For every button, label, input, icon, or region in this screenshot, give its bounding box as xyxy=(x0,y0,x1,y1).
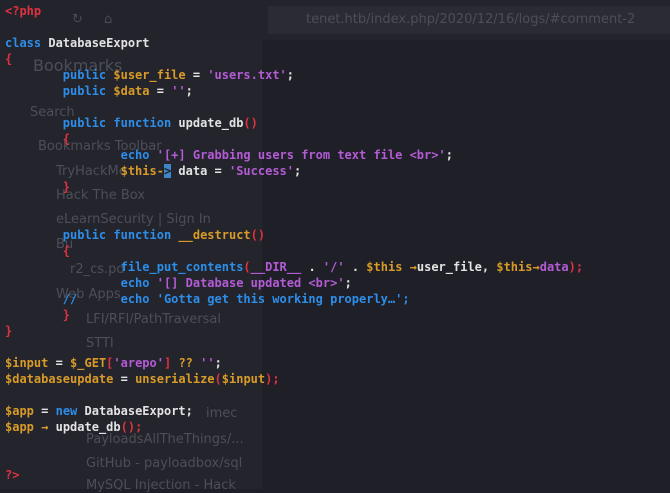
code-line: <?php xyxy=(5,3,41,19)
code-line: class DatabaseExport xyxy=(5,35,150,51)
code-line: echo '[] Database updated <br>'; xyxy=(5,275,352,291)
code-token: = xyxy=(48,356,71,370)
code-token: data xyxy=(539,260,569,274)
code-token: (); xyxy=(120,420,143,434)
code-token: { xyxy=(5,52,13,66)
code-token: → xyxy=(532,260,540,274)
code-token: () xyxy=(250,228,266,242)
code-token: ; xyxy=(294,164,302,178)
code-token: '[+] Grabbing users from text file <br>' xyxy=(156,148,446,162)
code-token: $_GET xyxy=(70,356,107,370)
code-token: $user_file xyxy=(113,68,186,82)
code-token: echo xyxy=(5,148,157,162)
code-line: $input = $_GET['arepo'] ?? ''; xyxy=(5,355,222,371)
code-token: $app xyxy=(5,404,34,418)
code-line: { xyxy=(5,243,70,259)
code-token: ?> xyxy=(5,468,20,482)
code-token: <?php xyxy=(5,4,42,18)
code-token: { xyxy=(5,132,71,146)
code-token: '/' xyxy=(322,260,345,274)
code-token: '[] Database updated <br>' xyxy=(156,276,345,290)
code-line: public function __destruct() xyxy=(5,227,265,243)
code-line: } xyxy=(5,179,70,195)
code-token: → xyxy=(33,420,56,434)
code-token: { xyxy=(5,244,71,258)
code-line: { xyxy=(5,131,70,147)
code-token: ); xyxy=(568,260,584,274)
code-token: ( xyxy=(214,372,222,386)
code-token: public xyxy=(5,68,114,82)
code-token: $app xyxy=(5,420,34,434)
code-token: update_db xyxy=(178,116,244,130)
code-token: = xyxy=(149,84,172,98)
code-token: public function xyxy=(5,116,179,130)
code-line: } xyxy=(5,307,70,323)
code-token: class xyxy=(5,36,49,50)
code-token: . xyxy=(344,260,367,274)
code-line: ?> xyxy=(5,467,19,483)
code-token: $this xyxy=(5,164,157,178)
code-token: data = xyxy=(171,164,229,178)
code-token: 'arepo' xyxy=(113,356,164,370)
code-token: $this xyxy=(366,260,403,274)
code-token: = xyxy=(33,404,56,418)
code-token: $databaseupdate xyxy=(5,372,114,386)
code-line: public function update_db() xyxy=(5,115,258,131)
code-line: public $user_file = 'users.txt'; xyxy=(5,67,294,83)
code-token: } xyxy=(5,180,71,194)
code-line: { xyxy=(5,51,12,67)
code-token: $this xyxy=(496,260,533,274)
code-token: . xyxy=(301,260,323,274)
code-token: '' xyxy=(200,356,215,370)
code-line: file_put_contents(__DIR__ . '/' . $this … xyxy=(5,259,583,275)
code-token: ; xyxy=(344,276,352,290)
code-token: file_put_contents xyxy=(5,260,244,274)
code-token: public xyxy=(5,84,114,98)
code-token: ); xyxy=(265,372,280,386)
code-token: new xyxy=(55,404,85,418)
code-line: } xyxy=(5,323,12,339)
code-token: echo xyxy=(5,276,157,290)
code-token: DatabaseExport xyxy=(48,36,150,50)
code-token: user_file, xyxy=(416,260,497,274)
code-token: () xyxy=(243,116,258,130)
code-token: ( xyxy=(243,260,251,274)
code-token: ; xyxy=(286,68,295,82)
code-token: } xyxy=(5,324,13,338)
code-token: = xyxy=(185,68,208,82)
code-token: $input xyxy=(221,372,266,386)
code-token: } xyxy=(5,308,71,322)
code-token: update_db xyxy=(55,420,121,434)
code-line: $databaseupdate = unserialize($input); xyxy=(5,371,280,387)
code-line: public $data = ''; xyxy=(5,83,193,99)
code-line: // echo 'Gotta get this working properly… xyxy=(5,291,410,307)
code-token: 'Success' xyxy=(228,164,295,178)
code-token: - xyxy=(156,164,164,178)
code-line: $this-> data = 'Success'; xyxy=(5,163,301,179)
code-token: unserialize xyxy=(135,372,215,386)
code-token: ; xyxy=(445,148,453,162)
code-token: 'users.txt' xyxy=(207,68,287,82)
code-token: ; xyxy=(185,84,193,98)
code-token: ; xyxy=(214,356,222,370)
code-token: __destruct xyxy=(178,228,251,242)
code-token: ?? xyxy=(171,356,201,370)
code-token: '' xyxy=(171,84,186,98)
code-token: $input xyxy=(5,356,49,370)
code-line: $app → update_db(); xyxy=(5,419,142,435)
code-token: DatabaseExport xyxy=(84,404,186,418)
code-token: ; xyxy=(185,404,193,418)
code-token: → xyxy=(402,260,417,274)
code-line: $app = new DatabaseExport; xyxy=(5,403,193,419)
code-token: = xyxy=(113,372,136,386)
code-line: echo '[+] Grabbing users from text file … xyxy=(5,147,453,163)
php-code-editor[interactable]: <?php class DatabaseExport{ public $user_… xyxy=(0,0,670,489)
code-token: // echo 'Gotta get this working properly… xyxy=(5,292,410,306)
code-token: public function xyxy=(5,228,179,242)
code-token: __DIR__ xyxy=(250,260,302,274)
code-token: $data xyxy=(113,84,150,98)
